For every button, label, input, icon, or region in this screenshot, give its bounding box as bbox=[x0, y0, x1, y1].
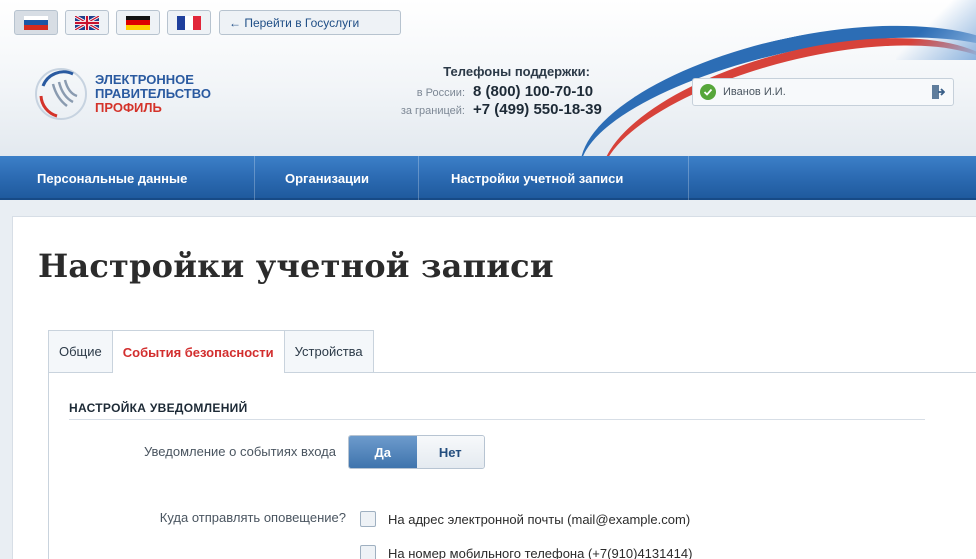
tab-security-events[interactable]: События безопасности bbox=[111, 330, 285, 373]
nav-item-personal-data[interactable]: Персональные данные bbox=[37, 156, 187, 200]
support-abroad-row: за границей: +7 (499) 550-18-39 bbox=[360, 101, 620, 118]
language-en-button[interactable] bbox=[65, 10, 109, 35]
logo[interactable]: ЭЛЕКТРОННОЕ ПРАВИТЕЛЬСТВО ПРОФИЛЬ bbox=[33, 66, 211, 122]
support-phones: Телефоны поддержки: в России: 8 (800) 10… bbox=[360, 64, 620, 118]
support-russia-row: в России: 8 (800) 100-70-10 bbox=[360, 83, 620, 100]
uk-flag-icon bbox=[75, 15, 99, 30]
e-government-logo-icon bbox=[35, 68, 87, 120]
user-name: Иванов И.И. bbox=[723, 86, 786, 98]
tab-devices[interactable]: Устройства bbox=[283, 330, 374, 372]
phone-option-label[interactable]: На номер мобильного телефона (+7(910)413… bbox=[388, 546, 692, 559]
user-menu[interactable]: Иванов И.И. bbox=[692, 78, 954, 106]
main-navigation: Персональные данные Организации Настройк… bbox=[0, 156, 976, 200]
logo-text: ЭЛЕКТРОННОЕ ПРАВИТЕЛЬСТВО ПРОФИЛЬ bbox=[95, 73, 211, 115]
main-content: Настройки учетной записи Общие События б… bbox=[12, 216, 976, 559]
toggle-no-button[interactable]: Нет bbox=[416, 436, 484, 468]
email-option-label[interactable]: На адрес электронной почты (mail@example… bbox=[388, 512, 690, 527]
send-to-phone-option: На номер мобильного телефона (+7(910)413… bbox=[360, 545, 692, 559]
logout-icon[interactable] bbox=[931, 84, 945, 100]
nav-item-organizations[interactable]: Организации bbox=[285, 156, 369, 200]
support-russia-number: 8 (800) 100-70-10 bbox=[473, 83, 594, 100]
gosuslugi-link[interactable]: ← Перейти в Госуслуги bbox=[219, 10, 401, 35]
nav-separator bbox=[254, 156, 255, 200]
send-to-label: Куда отправлять оповещение? bbox=[159, 510, 346, 525]
logo-line-1: ЭЛЕКТРОННОЕ bbox=[95, 72, 194, 87]
tab-panel: НАСТРОЙКА УВЕДОМЛЕНИЙ Уведомление о собы… bbox=[48, 372, 976, 559]
header: ← Перейти в Госуслуги ЭЛЕКТРОННОЕ ПРАВИТ… bbox=[0, 0, 976, 156]
logo-line-3: ПРОФИЛЬ bbox=[95, 100, 162, 115]
language-de-button[interactable] bbox=[116, 10, 160, 35]
support-abroad-number: +7 (499) 550-18-39 bbox=[473, 101, 602, 118]
ru-flag-icon bbox=[24, 15, 48, 30]
logo-line-2: ПРАВИТЕЛЬСТВО bbox=[95, 86, 211, 101]
tab-general[interactable]: Общие bbox=[48, 330, 113, 372]
phone-checkbox[interactable] bbox=[360, 545, 376, 559]
header-decoration-light bbox=[896, 0, 976, 60]
support-title: Телефоны поддержки: bbox=[443, 64, 590, 79]
language-switcher bbox=[14, 10, 211, 35]
support-russia-label: в России: bbox=[416, 87, 465, 99]
fr-flag-icon bbox=[177, 15, 201, 30]
email-checkbox[interactable] bbox=[360, 511, 376, 527]
login-notify-toggle: Да Нет bbox=[348, 435, 485, 469]
section-divider bbox=[69, 419, 925, 420]
send-to-email-option: На адрес электронной почты (mail@example… bbox=[360, 511, 690, 527]
language-fr-button[interactable] bbox=[167, 10, 211, 35]
page-title: Настройки учетной записи bbox=[38, 247, 554, 285]
nav-separator bbox=[418, 156, 419, 200]
toggle-yes-button[interactable]: Да bbox=[349, 436, 417, 468]
de-flag-icon bbox=[126, 15, 150, 30]
nav-separator bbox=[688, 156, 689, 200]
support-abroad-label: за границей: bbox=[400, 105, 465, 117]
nav-item-account-settings[interactable]: Настройки учетной записи bbox=[451, 156, 623, 200]
login-notify-label: Уведомление о событиях входа bbox=[144, 444, 336, 459]
tab-bar: Общие События безопасности Устройства bbox=[48, 330, 374, 373]
language-ru-button[interactable] bbox=[14, 10, 58, 35]
section-title: НАСТРОЙКА УВЕДОМЛЕНИЙ bbox=[69, 401, 248, 415]
verified-check-icon bbox=[700, 84, 716, 100]
